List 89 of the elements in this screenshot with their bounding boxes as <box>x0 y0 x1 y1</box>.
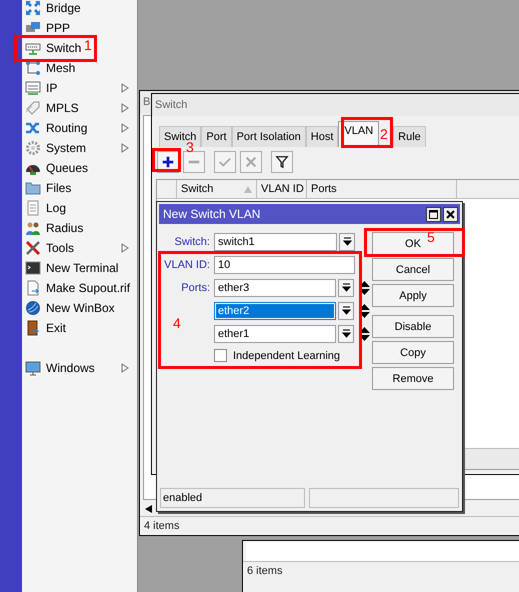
dropdown-arrow-icon <box>342 306 351 316</box>
dropdown-arrow-icon <box>342 236 352 246</box>
switch-field[interactable]: switch1 <box>214 232 337 250</box>
up-down-icon[interactable] <box>359 326 370 340</box>
dropdown-button[interactable] <box>338 278 354 296</box>
filter-button[interactable] <box>271 151 293 173</box>
port-field[interactable]: ether3 <box>214 278 336 296</box>
dialog-button[interactable]: Remove <box>372 367 454 390</box>
tools-icon <box>25 240 41 256</box>
checkbox[interactable] <box>214 349 227 362</box>
step-number: 1 <box>84 38 92 52</box>
up-down-icon[interactable] <box>359 304 370 318</box>
field-label: Switch: <box>174 236 210 248</box>
door-icon <box>25 320 41 336</box>
maximize-icon <box>429 210 438 218</box>
dropdown-button[interactable] <box>339 232 355 250</box>
globe-icon <box>25 300 41 316</box>
menu-item[interactable]: Bridge <box>22 1 83 15</box>
menu-item[interactable]: New WinBox <box>22 301 117 315</box>
independent-learning-checkbox[interactable]: Independent Learning <box>214 348 340 363</box>
dialog-button[interactable]: Apply <box>372 284 454 307</box>
up-down-icon[interactable] <box>359 280 370 294</box>
tab[interactable]: Rule <box>393 126 426 147</box>
status-text: 6 items <box>247 565 282 577</box>
dropdown-button[interactable] <box>338 302 354 320</box>
step-number: 5 <box>427 230 435 244</box>
plus-icon <box>161 155 175 169</box>
maximize-button[interactable] <box>426 206 441 222</box>
menu-item[interactable]: IP <box>22 81 137 95</box>
dropdown-button[interactable] <box>338 324 354 342</box>
cross-icon <box>244 155 258 169</box>
tab[interactable]: Port <box>201 126 232 147</box>
tag-icon <box>25 100 41 116</box>
vlan-id-field[interactable]: 10 <box>214 256 355 274</box>
tab[interactable]: Host <box>306 126 338 147</box>
menu-item[interactable]: Radius <box>22 221 86 235</box>
field-label: Ports: <box>180 282 210 294</box>
dropdown-arrow-icon <box>342 282 351 292</box>
column-header[interactable]: Switch <box>177 180 257 198</box>
menu-item[interactable]: Windows <box>22 361 137 375</box>
menu-item[interactable]: Make Supout.rif <box>22 281 132 295</box>
close-button[interactable] <box>443 206 458 222</box>
gear-icon <box>25 140 41 156</box>
dialog-title: New Switch VLAN <box>163 207 260 221</box>
menu-item[interactable]: Tools <box>22 241 137 255</box>
close-icon <box>446 210 455 218</box>
document-icon <box>25 200 41 216</box>
menu-item[interactable]: Files <box>22 181 74 195</box>
port-field[interactable]: ether2 <box>214 302 336 320</box>
dialog-button[interactable]: Copy <box>372 341 454 364</box>
filter-icon <box>275 155 289 169</box>
crossed-arrows-icon <box>25 120 41 136</box>
column-header[interactable]: Ports <box>307 180 457 198</box>
tab[interactable]: Port Isolation <box>232 126 306 147</box>
status-text: enabled <box>160 488 305 508</box>
file-icon <box>25 280 41 296</box>
scroll-left-icon[interactable] <box>145 505 153 513</box>
menu-item[interactable]: Log <box>22 201 68 215</box>
field-label: VLAN ID: <box>163 258 210 270</box>
dialog-button[interactable]: Disable <box>372 315 454 338</box>
dropdown-arrow-icon <box>342 328 351 338</box>
menu-item[interactable]: Switch <box>22 41 84 55</box>
terminal-icon <box>25 260 41 276</box>
status-text: 4 items <box>144 520 180 532</box>
menu-item[interactable]: Queues <box>22 161 90 175</box>
check-icon <box>218 155 232 169</box>
port-field[interactable]: ether1 <box>214 324 336 342</box>
highlight-box <box>341 117 393 148</box>
menu-item[interactable]: PPP <box>22 21 72 35</box>
menu-item[interactable]: Exit <box>22 321 68 335</box>
column-header[interactable]: VLAN ID <box>257 180 307 198</box>
menu-item[interactable]: Mesh <box>22 61 78 75</box>
dialog-button[interactable]: Cancel <box>372 258 454 281</box>
window-title: Switch <box>155 99 188 111</box>
menu-item[interactable]: System <box>22 141 137 155</box>
step-number: 2 <box>380 127 388 141</box>
device-icon <box>25 80 41 96</box>
highlight-box <box>152 148 181 172</box>
people-icon <box>25 220 41 236</box>
monitor-icon <box>25 360 41 376</box>
step-number: 4 <box>173 316 181 330</box>
menu-item[interactable]: MPLS <box>22 101 137 115</box>
menu-item[interactable]: New Terminal <box>22 261 120 275</box>
arrows-icon <box>25 0 41 16</box>
menu-item[interactable]: Routing <box>22 121 137 135</box>
folder-icon <box>25 180 41 196</box>
checkbox-label: Independent Learning <box>233 350 340 362</box>
window-title: B <box>143 96 150 108</box>
nodes-icon <box>25 60 41 76</box>
